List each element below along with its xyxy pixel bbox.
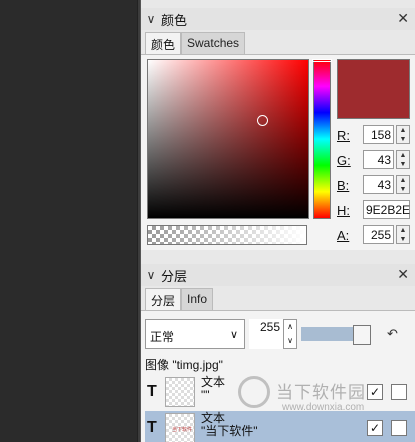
layers-panel-body: 正常 ∨ 255 ∧ ∨ ↶ 图像 "timg.jpg" T 文本 "" ✓ T … [141, 310, 415, 442]
lock-checkbox[interactable] [391, 420, 407, 436]
tab-info[interactable]: Info [181, 288, 214, 310]
hue-slider[interactable] [313, 59, 331, 219]
chevron-down-icon: ∨ [229, 329, 238, 341]
channel-label-a: A: [337, 228, 350, 243]
opacity-slider[interactable] [301, 327, 355, 341]
dock-panel-area: ∨ 颜色 ✕ 颜色 Swatches R: 158 ▲ ▼ G: 43 ▲ ▼ B:… [141, 0, 415, 442]
opacity-stepper[interactable]: ∧ ∨ [283, 319, 297, 349]
hex-input[interactable]: 9E2B2E [363, 200, 410, 219]
layer-row[interactable]: T 文本 "" ✓ [145, 375, 415, 409]
tab-swatches[interactable]: Swatches [181, 32, 246, 54]
channel-row-b: B: 43 ▲ ▼ [337, 175, 413, 195]
spin-down-icon[interactable]: ▼ [397, 235, 409, 244]
spin-up-icon[interactable]: ▲ [397, 226, 409, 235]
layer-row-selected[interactable]: T 当下软件 文本 "当下软件" ✓ [145, 411, 415, 442]
layer-name: 文本 "" [201, 376, 225, 402]
channel-label-hex: H: [337, 203, 350, 218]
spin-down-icon[interactable]: ▼ [397, 185, 409, 194]
spin-down-icon[interactable]: ∨ [284, 334, 296, 348]
tab-layers[interactable]: 分层 [145, 288, 182, 310]
lock-checkbox[interactable] [391, 384, 407, 400]
red-input[interactable]: 158 [363, 125, 394, 144]
alpha-stepper[interactable]: ▲ ▼ [396, 225, 410, 244]
current-color-swatch [337, 59, 410, 119]
alpha-slider[interactable] [147, 225, 307, 245]
close-icon[interactable]: ✕ [397, 10, 409, 27]
checkmark-icon: ✓ [369, 421, 381, 435]
color-panel-header: ∨ 颜色 ✕ [141, 8, 415, 30]
blue-input[interactable]: 43 [363, 175, 394, 194]
layers-panel-title: 分层 [161, 268, 188, 284]
opacity-input[interactable]: 255 [249, 319, 283, 349]
spin-up-icon[interactable]: ∧ [284, 320, 296, 334]
channel-row-a: A: 255 ▲ ▼ [337, 225, 413, 245]
channel-label-r: R: [337, 128, 350, 143]
green-input[interactable]: 43 [363, 150, 394, 169]
green-stepper[interactable]: ▲ ▼ [396, 150, 410, 169]
layer-text-content: "当下软件" [201, 424, 258, 438]
channel-label-g: G: [337, 153, 351, 168]
color-panel-title: 颜色 [161, 12, 188, 28]
checkmark-icon: ✓ [369, 385, 381, 399]
color-panel-body: R: 158 ▲ ▼ G: 43 ▲ ▼ B: 43 ▲ ▼ H: 9E2B2E A:… [141, 54, 415, 250]
blend-mode-select[interactable]: 正常 ∨ [145, 319, 245, 349]
opacity-slider-handle[interactable] [353, 325, 371, 345]
spin-up-icon[interactable]: ▲ [397, 176, 409, 185]
channel-row-r: R: 158 ▲ ▼ [337, 125, 413, 145]
image-canvas-area[interactable] [0, 0, 137, 442]
color-picker-cursor[interactable] [257, 115, 268, 126]
visibility-checkbox[interactable]: ✓ [367, 384, 383, 400]
visibility-checkbox[interactable]: ✓ [367, 420, 383, 436]
layer-thumbnail [165, 377, 195, 407]
reset-icon[interactable]: ↶ [387, 326, 398, 342]
blend-mode-value: 正常 [150, 330, 175, 344]
collapse-chevron-icon[interactable]: ∨ [141, 268, 161, 282]
collapse-chevron-icon[interactable]: ∨ [141, 12, 161, 26]
layer-text-content: "" [201, 388, 210, 402]
close-icon[interactable]: ✕ [397, 266, 409, 283]
image-node-label[interactable]: 图像 "timg.jpg" [145, 356, 223, 373]
spin-up-icon[interactable]: ▲ [397, 126, 409, 135]
text-layer-icon: T [147, 419, 157, 436]
spin-down-icon[interactable]: ▼ [397, 135, 409, 144]
text-layer-icon: T [147, 383, 157, 400]
layer-thumbnail: 当下软件 [165, 413, 195, 442]
spin-up-icon[interactable]: ▲ [397, 151, 409, 160]
layer-name: 文本 "当下软件" [201, 412, 258, 438]
channel-row-h: H: 9E2B2E [337, 200, 413, 220]
thumbnail-text: 当下软件 [172, 427, 193, 433]
channel-label-b: B: [337, 178, 350, 193]
color-panel-tabs: 颜色 Swatches [145, 32, 246, 54]
spin-down-icon[interactable]: ▼ [397, 160, 409, 169]
channel-row-g: G: 43 ▲ ▼ [337, 150, 413, 170]
tab-color[interactable]: 颜色 [145, 32, 182, 54]
alpha-input[interactable]: 255 [363, 225, 394, 244]
blue-stepper[interactable]: ▲ ▼ [396, 175, 410, 194]
red-stepper[interactable]: ▲ ▼ [396, 125, 410, 144]
layers-panel-tabs: 分层 Info [145, 288, 214, 310]
layers-panel-header: ∨ 分层 ✕ [141, 264, 415, 286]
hue-slider-marker[interactable] [312, 59, 332, 62]
saturation-value-picker[interactable] [147, 59, 309, 219]
